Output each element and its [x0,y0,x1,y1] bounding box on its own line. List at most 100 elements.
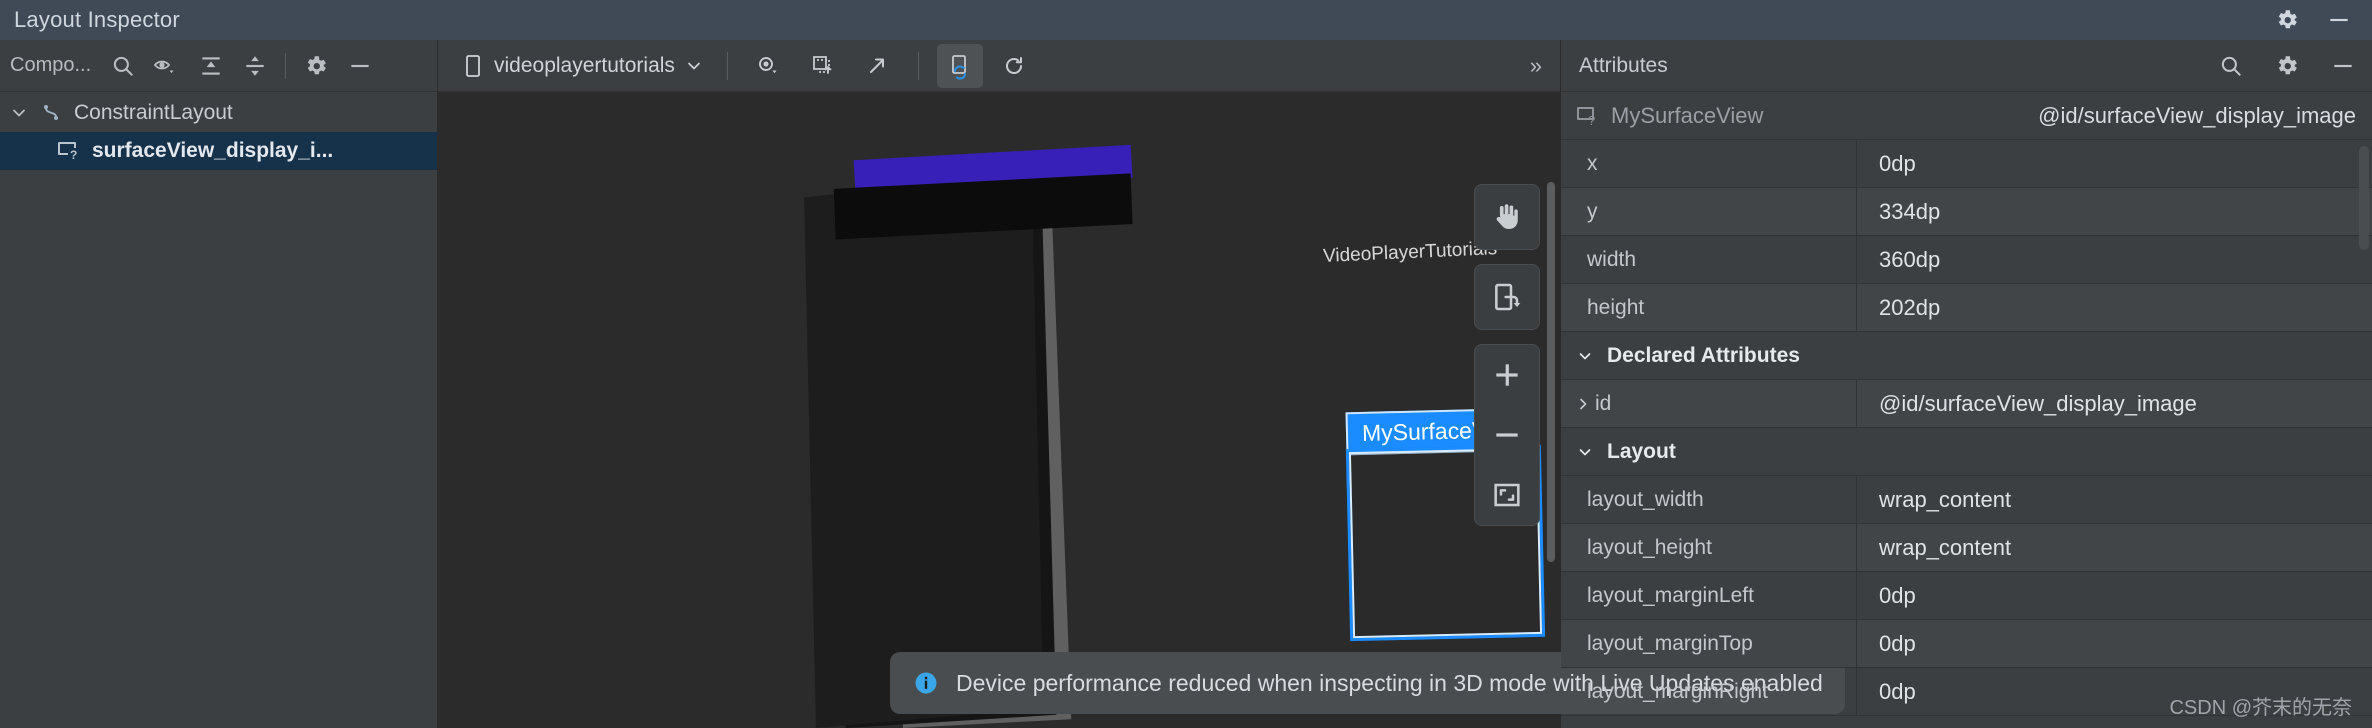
chevron-down-icon[interactable] [1575,348,1595,364]
zoom-controls [1474,344,1540,526]
attribute-value[interactable]: 0dp [1857,620,2372,667]
section-title: Layout [1607,439,1676,463]
layer-overlay-button[interactable] [800,44,846,88]
minimize-icon[interactable] [2326,7,2352,33]
attribute-key: layout_height [1561,524,1857,571]
attribute-row[interactable]: width 360dp [1561,236,2372,284]
zoom-to-fit-button[interactable] [1474,465,1540,525]
attribute-row[interactable]: layout_height wrap_content [1561,524,2372,572]
window-titlebar: Layout Inspector [0,0,2372,40]
gear-icon[interactable] [2274,7,2300,33]
svg-text:?: ? [1588,113,1595,128]
constraint-layout-icon [40,101,64,125]
attributes-toolbar: Attributes [1561,40,2372,92]
toolbar-divider [917,51,919,80]
zoom-out-button[interactable] [1474,405,1540,465]
attribute-value[interactable]: 0dp [1857,140,2372,187]
overflow-chevrons-icon[interactable]: » [1530,53,1542,79]
minimize-icon[interactable] [2330,53,2356,79]
attribute-value[interactable]: 334dp [1857,188,2372,235]
titlebar-buttons [2274,7,2358,33]
attribute-value[interactable]: wrap_content [1857,476,2372,523]
attributes-toolbar-buttons [2218,53,2356,79]
attributes-resource-id: @id/surfaceView_display_image [2038,102,2356,128]
attribute-value[interactable]: 0dp [1857,572,2372,619]
view-filter-button[interactable] [145,44,189,88]
section-title: Declared Attributes [1607,343,1800,367]
component-tree-toolbar: Compo... [0,40,437,92]
layer-overlay-icon [809,53,837,79]
viewport-scrollbar[interactable] [1546,182,1556,562]
chevron-down-icon[interactable] [8,104,30,122]
attribute-key: y [1561,188,1857,235]
attribute-key: id [1561,380,1857,427]
attribute-section-declared[interactable]: Declared Attributes [1561,332,2372,380]
attributes-scrollbar-thumb[interactable] [2359,146,2369,250]
minimize-icon [347,53,373,79]
collapse-all-icon [242,53,268,79]
attribute-key: layout_marginRight [1561,668,1857,715]
refresh-icon [1000,52,1028,80]
device-3d-viewport[interactable]: VideoPlayerTutorials MySurfaceView [438,92,1560,728]
expand-all-button[interactable] [189,44,233,88]
expand-all-icon [198,53,224,79]
pan-tool-button[interactable] [1474,184,1540,250]
chevron-down-icon[interactable] [685,57,703,75]
attribute-row[interactable]: layout_marginTop 0dp [1561,620,2372,668]
open-external-button[interactable] [854,44,900,88]
attribute-key: layout_width [1561,476,1857,523]
zoom-in-button[interactable] [1474,345,1540,405]
refresh-button[interactable] [991,44,1037,88]
attribute-key: x [1561,140,1857,187]
gear-icon[interactable] [2274,53,2300,79]
view-options-button[interactable] [746,44,792,88]
attributes-header: ? MySurfaceView @id/surfaceView_display_… [1561,92,2372,140]
attributes-list[interactable]: ? MySurfaceView @id/surfaceView_display_… [1561,92,2372,728]
tree-settings-button[interactable] [294,44,338,88]
attribute-row[interactable]: x 0dp [1561,140,2372,188]
attribute-value[interactable]: @id/surfaceView_display_image [1857,380,2372,427]
attribute-value[interactable]: wrap_content [1857,524,2372,571]
open-external-icon [864,53,890,79]
gear-icon [303,53,329,79]
attribute-row[interactable]: height 202dp [1561,284,2372,332]
attribute-row[interactable]: layout_width wrap_content [1561,476,2372,524]
live-updates-button[interactable] [936,43,983,88]
reset-rotation-button[interactable] [1474,264,1540,330]
reset-view-icon [1491,281,1523,313]
attribute-section-label: Layout [1561,428,2372,475]
search-icon[interactable] [2218,53,2244,79]
component-tree: ConstraintLayout ? surfaceView_display_i… [0,92,437,728]
attribute-value[interactable]: 360dp [1857,236,2372,283]
attribute-section-label: Declared Attributes [1561,332,2372,379]
toolbar-overflow[interactable]: » [1530,53,1554,79]
chevron-right-icon[interactable] [1573,396,1593,412]
attribute-value[interactable]: 202dp [1857,284,2372,331]
surface-view-icon: ? [1575,104,1601,128]
window-title: Layout Inspector [14,7,180,32]
device-selector[interactable]: videoplayertutorials [452,49,713,83]
minimize-tree-button[interactable] [338,44,382,88]
attribute-row[interactable]: layout_marginLeft 0dp [1561,572,2372,620]
attribute-key: layout_marginLeft [1561,572,1857,619]
attribute-row-id[interactable]: id @id/surfaceView_display_image [1561,380,2372,428]
attribute-key: width [1561,236,1857,283]
surface-view-icon: ? [56,139,82,163]
chevron-down-icon[interactable] [1575,444,1595,460]
search-button[interactable] [101,44,145,88]
toolbar-divider [726,51,728,80]
attribute-key: height [1561,284,1857,331]
collapse-all-button[interactable] [233,44,277,88]
tree-item-label: surfaceView_display_i... [92,139,334,162]
tree-item-constraintlayout[interactable]: ConstraintLayout [0,94,437,132]
attribute-section-layout[interactable]: Layout [1561,428,2372,476]
viewport-scrollbar-thumb[interactable] [1547,182,1555,562]
minus-icon [1491,419,1523,451]
tree-item-surfaceview[interactable]: ? surfaceView_display_i... [0,132,437,170]
hand-icon [1490,200,1524,234]
live-updates-icon [946,52,974,80]
component-tree-panel: Compo... ConstraintLayout ? surfaceView_… [0,40,438,728]
attribute-row[interactable]: y 334dp [1561,188,2372,236]
device-view-toolbar: videoplayertutorials » [438,40,1560,92]
view-options-icon [755,53,783,79]
